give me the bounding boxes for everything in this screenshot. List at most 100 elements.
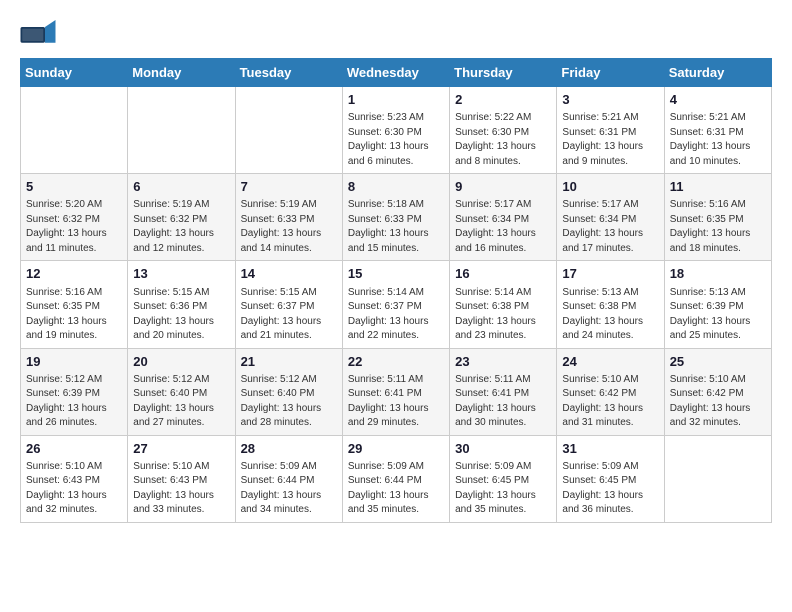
calendar-cell: 8 Sunrise: 5:18 AM Sunset: 6:33 PM Daylig…: [342, 174, 449, 261]
day-info: Sunrise: 5:20 AM Sunset: 6:32 PM Dayligh…: [26, 198, 122, 256]
day-number: 24: [562, 353, 658, 371]
day-number: 8: [348, 178, 444, 196]
calendar-cell: 31Sunrise: 5:09 AM Sunset: 6:45 PM Dayli…: [557, 435, 664, 522]
calendar-header: SundayMondayTuesdayWednesdayThursdayFrid…: [21, 59, 772, 87]
calendar-cell: 3 Sunrise: 5:21 AM Sunset: 6:31 PM Daylig…: [557, 87, 664, 174]
day-info: Sunrise: 5:21 AM Sunset: 6:31 PM Dayligh…: [670, 111, 766, 169]
calendar-cell: 15 Sunrise: 5:14 AM Sunset: 6:37 PM Dayli…: [342, 261, 449, 348]
day-info: Sunrise: 5:22 AM Sunset: 6:30 PM Dayligh…: [455, 111, 551, 169]
day-number: 29: [348, 440, 444, 458]
day-number: 9: [455, 178, 551, 196]
calendar-table: SundayMondayTuesdayWednesdayThursdayFrid…: [20, 58, 772, 523]
day-number: 26: [26, 440, 122, 458]
day-info: Sunrise: 5:15 AM Sunset: 6:36 PM Dayligh…: [133, 286, 229, 344]
calendar-cell: 2 Sunrise: 5:22 AM Sunset: 6:30 PM Daylig…: [450, 87, 557, 174]
calendar-cell: [128, 87, 235, 174]
day-info: Sunrise: 5:16 AM Sunset: 6:35 PM Dayligh…: [26, 286, 122, 344]
day-number: 27: [133, 440, 229, 458]
calendar-cell: [664, 435, 771, 522]
logo-icon: [20, 20, 56, 48]
calendar-week-row: 26 Sunrise: 5:10 AM Sunset: 6:43 PM Dayli…: [21, 435, 772, 522]
day-number: 17: [562, 265, 658, 283]
weekday-header-saturday: Saturday: [664, 59, 771, 87]
day-number: 18: [670, 265, 766, 283]
day-number: 12: [26, 265, 122, 283]
day-number: 4: [670, 91, 766, 109]
day-info: Sunrise: 5:09 AM Sunset: 6:45 PM Dayligh…: [455, 460, 551, 518]
day-number: 28: [241, 440, 337, 458]
weekday-header-tuesday: Tuesday: [235, 59, 342, 87]
day-number: 23: [455, 353, 551, 371]
day-info: Sunrise: 5:09 AM Sunset: 6:44 PM Dayligh…: [348, 460, 444, 518]
day-number: 22: [348, 353, 444, 371]
day-info: Sunrise: 5:18 AM Sunset: 6:33 PM Dayligh…: [348, 198, 444, 256]
day-info: Sunrise: 5:17 AM Sunset: 6:34 PM Dayligh…: [562, 198, 658, 256]
day-number: 2: [455, 91, 551, 109]
day-info: Sunrise: 5:13 AM Sunset: 6:39 PM Dayligh…: [670, 286, 766, 344]
calendar-week-row: 5Sunrise: 5:20 AM Sunset: 6:32 PM Daylig…: [21, 174, 772, 261]
calendar-cell: 29 Sunrise: 5:09 AM Sunset: 6:44 PM Dayli…: [342, 435, 449, 522]
calendar-cell: 4 Sunrise: 5:21 AM Sunset: 6:31 PM Daylig…: [664, 87, 771, 174]
day-number: 20: [133, 353, 229, 371]
calendar-week-row: 19 Sunrise: 5:12 AM Sunset: 6:39 PM Dayli…: [21, 348, 772, 435]
day-info: Sunrise: 5:15 AM Sunset: 6:37 PM Dayligh…: [241, 286, 337, 344]
calendar-cell: 23Sunrise: 5:11 AM Sunset: 6:41 PM Dayli…: [450, 348, 557, 435]
day-number: 3: [562, 91, 658, 109]
day-info: Sunrise: 5:10 AM Sunset: 6:43 PM Dayligh…: [133, 460, 229, 518]
day-info: Sunrise: 5:17 AM Sunset: 6:34 PM Dayligh…: [455, 198, 551, 256]
calendar-week-row: 12 Sunrise: 5:16 AM Sunset: 6:35 PM Dayli…: [21, 261, 772, 348]
calendar-cell: 10 Sunrise: 5:17 AM Sunset: 6:34 PM Dayli…: [557, 174, 664, 261]
header: [20, 20, 772, 48]
day-number: 7: [241, 178, 337, 196]
day-number: 25: [670, 353, 766, 371]
day-info: Sunrise: 5:11 AM Sunset: 6:41 PM Dayligh…: [348, 373, 444, 431]
day-number: 6: [133, 178, 229, 196]
day-info: Sunrise: 5:21 AM Sunset: 6:31 PM Dayligh…: [562, 111, 658, 169]
day-number: 30: [455, 440, 551, 458]
day-info: Sunrise: 5:09 AM Sunset: 6:45 PM Dayligh…: [562, 460, 658, 518]
day-info: Sunrise: 5:16 AM Sunset: 6:35 PM Dayligh…: [670, 198, 766, 256]
day-info: Sunrise: 5:09 AM Sunset: 6:44 PM Dayligh…: [241, 460, 337, 518]
calendar-body: 1 Sunrise: 5:23 AM Sunset: 6:30 PM Daylig…: [21, 87, 772, 523]
day-number: 21: [241, 353, 337, 371]
day-info: Sunrise: 5:10 AM Sunset: 6:43 PM Dayligh…: [26, 460, 122, 518]
calendar-cell: 24 Sunrise: 5:10 AM Sunset: 6:42 PM Dayli…: [557, 348, 664, 435]
calendar-cell: 22 Sunrise: 5:11 AM Sunset: 6:41 PM Dayli…: [342, 348, 449, 435]
calendar-cell: 6 Sunrise: 5:19 AM Sunset: 6:32 PM Daylig…: [128, 174, 235, 261]
day-number: 13: [133, 265, 229, 283]
weekday-header-sunday: Sunday: [21, 59, 128, 87]
weekday-header-wednesday: Wednesday: [342, 59, 449, 87]
calendar-cell: 21 Sunrise: 5:12 AM Sunset: 6:40 PM Dayli…: [235, 348, 342, 435]
day-number: 1: [348, 91, 444, 109]
day-info: Sunrise: 5:23 AM Sunset: 6:30 PM Dayligh…: [348, 111, 444, 169]
calendar-cell: 5Sunrise: 5:20 AM Sunset: 6:32 PM Daylig…: [21, 174, 128, 261]
day-number: 11: [670, 178, 766, 196]
day-info: Sunrise: 5:12 AM Sunset: 6:40 PM Dayligh…: [133, 373, 229, 431]
calendar-cell: 18 Sunrise: 5:13 AM Sunset: 6:39 PM Dayli…: [664, 261, 771, 348]
calendar-cell: 16Sunrise: 5:14 AM Sunset: 6:38 PM Dayli…: [450, 261, 557, 348]
day-info: Sunrise: 5:13 AM Sunset: 6:38 PM Dayligh…: [562, 286, 658, 344]
day-info: Sunrise: 5:14 AM Sunset: 6:38 PM Dayligh…: [455, 286, 551, 344]
day-info: Sunrise: 5:10 AM Sunset: 6:42 PM Dayligh…: [562, 373, 658, 431]
day-info: Sunrise: 5:19 AM Sunset: 6:32 PM Dayligh…: [133, 198, 229, 256]
day-info: Sunrise: 5:12 AM Sunset: 6:39 PM Dayligh…: [26, 373, 122, 431]
weekday-header-row: SundayMondayTuesdayWednesdayThursdayFrid…: [21, 59, 772, 87]
calendar-cell: 25Sunrise: 5:10 AM Sunset: 6:42 PM Dayli…: [664, 348, 771, 435]
calendar-cell: 20 Sunrise: 5:12 AM Sunset: 6:40 PM Dayli…: [128, 348, 235, 435]
calendar-cell: 27 Sunrise: 5:10 AM Sunset: 6:43 PM Dayli…: [128, 435, 235, 522]
day-info: Sunrise: 5:19 AM Sunset: 6:33 PM Dayligh…: [241, 198, 337, 256]
day-number: 15: [348, 265, 444, 283]
day-info: Sunrise: 5:14 AM Sunset: 6:37 PM Dayligh…: [348, 286, 444, 344]
day-number: 10: [562, 178, 658, 196]
calendar-cell: 9 Sunrise: 5:17 AM Sunset: 6:34 PM Daylig…: [450, 174, 557, 261]
calendar-cell: 26 Sunrise: 5:10 AM Sunset: 6:43 PM Dayli…: [21, 435, 128, 522]
calendar-cell: 7 Sunrise: 5:19 AM Sunset: 6:33 PM Daylig…: [235, 174, 342, 261]
calendar-cell: [21, 87, 128, 174]
day-info: Sunrise: 5:12 AM Sunset: 6:40 PM Dayligh…: [241, 373, 337, 431]
weekday-header-friday: Friday: [557, 59, 664, 87]
calendar-cell: [235, 87, 342, 174]
day-number: 19: [26, 353, 122, 371]
calendar-cell: 14Sunrise: 5:15 AM Sunset: 6:37 PM Dayli…: [235, 261, 342, 348]
calendar-cell: 19 Sunrise: 5:12 AM Sunset: 6:39 PM Dayli…: [21, 348, 128, 435]
calendar-cell: 28 Sunrise: 5:09 AM Sunset: 6:44 PM Dayli…: [235, 435, 342, 522]
